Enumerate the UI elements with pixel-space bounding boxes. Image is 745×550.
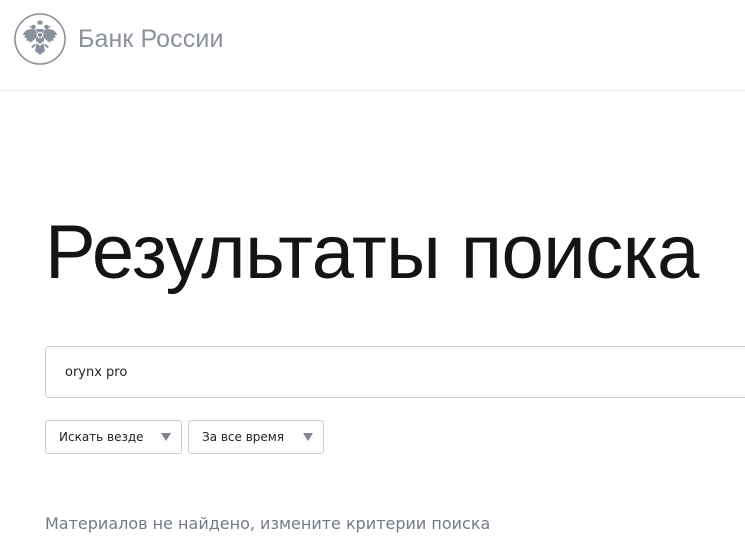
time-period-label: За все время bbox=[202, 430, 285, 444]
time-period-dropdown[interactable]: За все время bbox=[188, 420, 324, 454]
double-headed-eagle-icon bbox=[14, 13, 66, 65]
logo-text: Банк России bbox=[78, 25, 224, 53]
caret-down-icon bbox=[303, 433, 313, 441]
home-logo-link[interactable]: Банк России bbox=[14, 13, 224, 65]
search-scope-dropdown[interactable]: Искать везде bbox=[45, 420, 182, 454]
caret-down-icon bbox=[161, 433, 171, 441]
page-title: Результаты поиска bbox=[45, 210, 699, 295]
site-header: Банк России bbox=[0, 0, 745, 91]
no-results-message: Материалов не найдено, измените критерии… bbox=[45, 514, 491, 533]
search-input[interactable] bbox=[45, 346, 745, 398]
search-scope-label: Искать везде bbox=[59, 430, 144, 444]
